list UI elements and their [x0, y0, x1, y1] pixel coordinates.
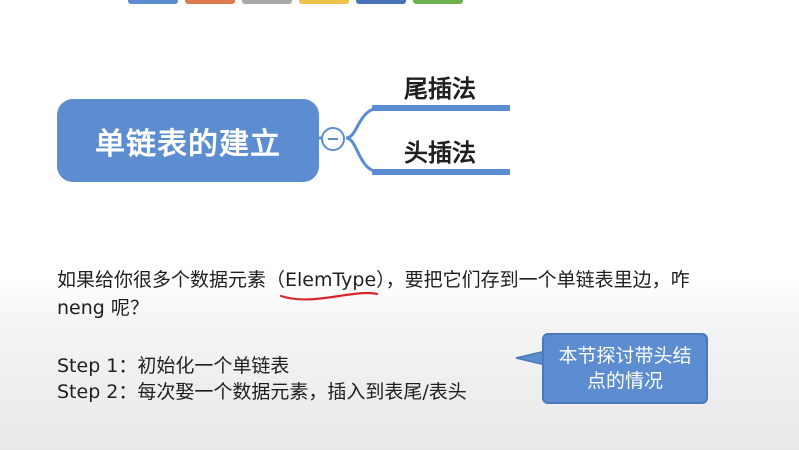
elemtype-label: ElemType [285, 269, 377, 291]
step-1: Step 1：初始化一个单链表 [57, 355, 290, 377]
mind-map: 单链表的建立 尾插法 头插法 [0, 0, 799, 200]
minus-icon [328, 138, 338, 140]
step-2: Step 2：每次娶一个数据元素，插入到表尾/表头 [57, 381, 467, 403]
steps-list: Step 1：初始化一个单链表 Step 2：每次娶一个数据元素，插入到表尾/表… [57, 353, 467, 405]
branch-underline-1 [372, 105, 510, 111]
branch-node-tail-insert[interactable]: 尾插法 [370, 69, 510, 104]
root-node-label: 单链表的建立 [95, 126, 281, 162]
mind-map-root-node[interactable]: 单链表的建立 [57, 99, 319, 182]
question-before: 如果给你很多个数据元素（ [57, 269, 286, 291]
collapse-toggle-button[interactable] [321, 127, 345, 151]
branch-underline-2 [372, 169, 510, 175]
elemtype-highlight: ElemType [279, 266, 379, 301]
branch-node-head-insert[interactable]: 头插法 [370, 133, 510, 168]
question-text: 如果给你很多个数据元素（ElemType ），要把它们存到一个单链表里边，咋 ne… [57, 266, 717, 322]
callout-text: 本节探讨带头结点的情况 [558, 344, 692, 392]
callout-note: 本节探讨带头结点的情况 [542, 333, 708, 404]
red-underline-annotation [279, 291, 379, 301]
